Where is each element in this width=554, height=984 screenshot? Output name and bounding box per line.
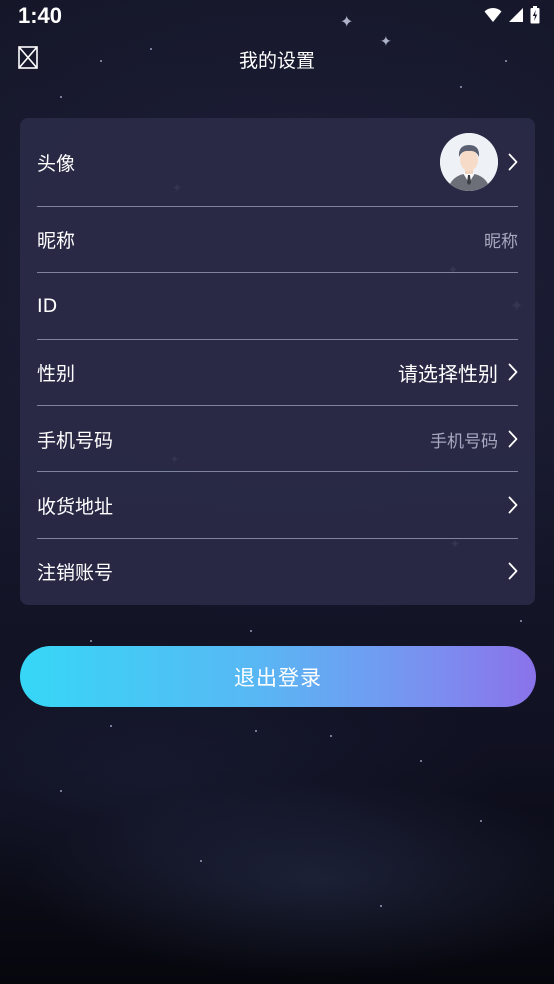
wifi-icon [484,7,502,22]
row-label-cancel-account: 注销账号 [37,561,114,584]
settings-row-nickname[interactable]: 昵称 昵称 [37,218,518,260]
row-label-id: ID [37,295,58,317]
row-right-gender: 请选择性别 [398,358,518,387]
row-right-address [508,496,518,514]
chevron-right-icon [508,153,518,171]
settings-row-phone[interactable]: 手机号码 手机号码 [37,418,518,460]
row-divider [37,538,518,539]
settings-row-cancel-account[interactable]: 注销账号 [37,550,518,592]
settings-card: 头像 昵称 昵称 ID 性别 请选择性别 手机号码 手机号码 收货地址 注销账号 [20,118,535,605]
gender-value: 请选择性别 [398,361,498,386]
chevron-right-icon [508,496,518,514]
row-right-nickname: 昵称 [484,227,518,252]
chevron-right-icon [508,363,518,381]
chevron-right-icon [508,430,518,448]
settings-row-id: ID [37,285,518,327]
row-right-avatar [440,133,518,191]
row-divider [37,339,518,340]
row-label-gender: 性别 [37,362,76,385]
settings-row-address[interactable]: 收货地址 [37,484,518,526]
signal-icon [509,8,523,22]
status-bar: 1:40 [0,0,554,34]
status-icons [484,6,540,24]
row-divider [37,272,518,273]
chevron-right-icon [508,562,518,580]
row-divider [37,471,518,472]
row-right-phone: 手机号码 [430,427,518,452]
page-title: 我的设置 [238,50,315,72]
row-right-cancel-account [508,562,518,580]
status-time: 1:40 [18,3,63,28]
logout-button[interactable]: 退出登录 [20,646,536,707]
row-label-phone: 手机号码 [37,429,114,452]
row-divider [37,206,518,207]
nickname-value: 昵称 [484,231,518,252]
row-divider [37,405,518,406]
battery-charging-icon [530,6,540,24]
avatar[interactable] [440,133,498,191]
header-bar: 我的设置 [0,34,554,80]
row-label-address: 收货地址 [37,495,114,518]
settings-row-avatar[interactable]: 头像 [37,132,518,192]
settings-row-gender[interactable]: 性别 请选择性别 [37,351,518,393]
row-label-avatar: 头像 [37,152,76,175]
row-label-nickname: 昵称 [37,229,76,252]
phone-value: 手机号码 [430,431,498,452]
